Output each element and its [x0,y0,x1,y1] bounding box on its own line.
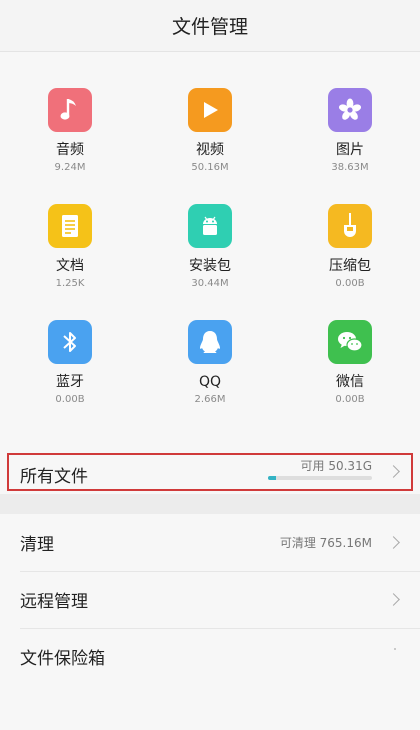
tools-list: 清理 可清理 765.16M 远程管理 文件保险箱 [0,514,420,685]
category-label: 蓝牙 [56,374,84,390]
category-packages[interactable]: 安装包 30.44M [140,204,280,320]
category-audio[interactable]: 音频 9.24M [0,88,140,204]
category-video[interactable]: 视频 50.16M [140,88,280,204]
category-label: 文档 [56,258,84,274]
category-size: 2.66M [194,394,226,405]
category-label: 安装包 [189,258,231,274]
all-files-label: 所有文件 [20,467,88,487]
play-icon [188,88,232,132]
music-note-icon [48,88,92,132]
qq-penguin-icon [188,320,232,364]
file-manager-screen: 文件管理 音频 9.24M 视频 50.16M 图片 38.63M 文档 1.2… [0,0,420,730]
title-bar: 文件管理 [0,0,420,52]
category-label: 音频 [56,142,84,158]
list-item-remote-management[interactable]: 远程管理 [0,571,420,628]
available-space: 可用 50.31G [300,459,372,473]
cleanable-size: 可清理 765.16M [279,536,372,550]
category-size: 9.24M [54,162,86,173]
list-item-file-safe[interactable]: 文件保险箱 [0,628,420,685]
zip-icon [328,204,372,248]
category-size: 50.16M [191,162,229,173]
page-title: 文件管理 [171,16,248,38]
list-item-label: 文件保险箱 [20,649,105,669]
category-archives[interactable]: 压缩包 0.00B [280,204,420,320]
category-grid: 音频 9.24M 视频 50.16M 图片 38.63M 文档 1.25K 安装… [0,52,420,444]
category-wechat[interactable]: 微信 0.00B [280,320,420,436]
indicator-dot [394,648,396,650]
category-label: 压缩包 [329,258,371,274]
storage-usage-bar [268,476,372,480]
category-label: 微信 [336,374,364,390]
list-item-label: 远程管理 [20,592,88,612]
category-label: 视频 [196,142,224,158]
list-item-label: 清理 [20,535,54,555]
list-item-clean[interactable]: 清理 可清理 765.16M [0,514,420,571]
android-icon [188,204,232,248]
chevron-right-icon [387,593,400,606]
flower-icon [328,88,372,132]
category-size: 0.00B [335,394,365,405]
bluetooth-icon [48,320,92,364]
chevron-right-icon [387,536,400,549]
category-documents[interactable]: 文档 1.25K [0,204,140,320]
wechat-icon [328,320,372,364]
section-divider [0,494,420,514]
all-files-row[interactable]: 所有文件 可用 50.31G [0,450,420,494]
document-icon [48,204,92,248]
category-size: 38.63M [331,162,369,173]
category-size: 0.00B [335,278,365,289]
storage-usage-fill [268,476,277,480]
category-images[interactable]: 图片 38.63M [280,88,420,204]
category-qq[interactable]: QQ 2.66M [140,320,280,436]
category-size: 0.00B [55,394,85,405]
category-label: 图片 [336,142,364,158]
category-size: 1.25K [55,278,85,289]
category-label: QQ [198,374,222,390]
category-bluetooth[interactable]: 蓝牙 0.00B [0,320,140,436]
category-size: 30.44M [191,278,229,289]
